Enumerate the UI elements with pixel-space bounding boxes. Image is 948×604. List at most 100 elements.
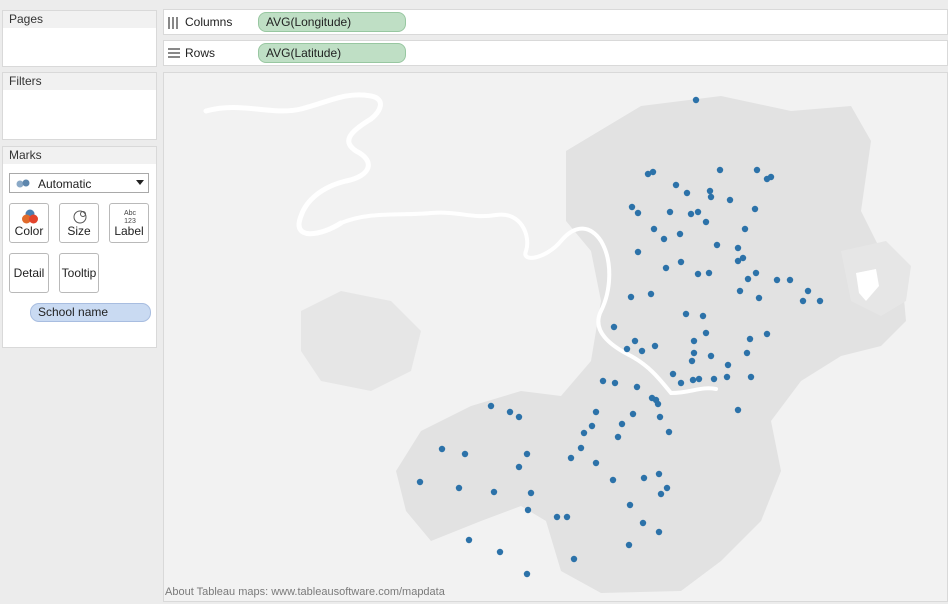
school-mark[interactable] xyxy=(614,433,622,441)
tooltip-button[interactable]: Tooltip xyxy=(59,253,99,293)
longitude-pill[interactable]: AVG(Longitude) xyxy=(258,12,406,32)
school-mark[interactable] xyxy=(694,270,702,278)
school-mark[interactable] xyxy=(690,337,698,345)
school-mark[interactable] xyxy=(707,193,715,201)
map-view[interactable]: About Tableau maps: www.tableausoftware.… xyxy=(163,72,948,602)
school-mark[interactable] xyxy=(743,349,751,357)
school-mark[interactable] xyxy=(638,347,646,355)
school-mark[interactable] xyxy=(689,376,697,384)
school-mark[interactable] xyxy=(688,357,696,365)
map-attribution[interactable]: About Tableau maps: www.tableausoftware.… xyxy=(165,586,445,598)
school-name-detail-pill[interactable]: School name xyxy=(30,303,151,322)
school-mark[interactable] xyxy=(682,310,690,318)
school-mark[interactable] xyxy=(524,506,532,514)
school-mark[interactable] xyxy=(702,329,710,337)
school-mark[interactable] xyxy=(416,478,424,486)
school-mark[interactable] xyxy=(739,254,747,262)
school-mark[interactable] xyxy=(523,450,531,458)
school-mark[interactable] xyxy=(767,173,775,181)
school-mark[interactable] xyxy=(577,444,585,452)
school-mark[interactable] xyxy=(723,373,731,381)
school-mark[interactable] xyxy=(465,536,473,544)
school-mark[interactable] xyxy=(660,235,668,243)
school-mark[interactable] xyxy=(694,208,702,216)
school-mark[interactable] xyxy=(599,377,607,385)
school-mark[interactable] xyxy=(655,528,663,536)
school-mark[interactable] xyxy=(570,555,578,563)
school-mark[interactable] xyxy=(734,244,742,252)
school-mark[interactable] xyxy=(461,450,469,458)
school-mark[interactable] xyxy=(649,168,657,176)
school-mark[interactable] xyxy=(625,541,633,549)
school-mark[interactable] xyxy=(724,361,732,369)
school-mark[interactable] xyxy=(752,269,760,277)
rows-shelf[interactable]: Rows AVG(Latitude) xyxy=(163,40,948,66)
school-mark[interactable] xyxy=(650,225,658,233)
school-mark[interactable] xyxy=(633,383,641,391)
school-mark[interactable] xyxy=(580,429,588,437)
school-mark[interactable] xyxy=(716,166,724,174)
school-mark[interactable] xyxy=(618,420,626,428)
latitude-pill[interactable]: AVG(Latitude) xyxy=(258,43,406,63)
school-mark[interactable] xyxy=(799,297,807,305)
color-button[interactable]: Color xyxy=(9,203,49,243)
school-mark[interactable] xyxy=(705,269,713,277)
school-mark[interactable] xyxy=(655,470,663,478)
mark-type-dropdown[interactable]: Automatic xyxy=(9,173,149,193)
school-mark[interactable] xyxy=(515,463,523,471)
school-mark[interactable] xyxy=(656,413,664,421)
school-mark[interactable] xyxy=(553,513,561,521)
school-mark[interactable] xyxy=(634,209,642,217)
school-mark[interactable] xyxy=(710,375,718,383)
school-mark[interactable] xyxy=(639,519,647,527)
school-mark[interactable] xyxy=(592,459,600,467)
school-mark[interactable] xyxy=(634,248,642,256)
size-button[interactable]: Size xyxy=(59,203,99,243)
label-button[interactable]: Abc 123 Label xyxy=(109,203,149,243)
school-mark[interactable] xyxy=(487,402,495,410)
school-mark[interactable] xyxy=(611,379,619,387)
school-mark[interactable] xyxy=(663,484,671,492)
school-mark[interactable] xyxy=(490,488,498,496)
school-mark[interactable] xyxy=(707,352,715,360)
school-mark[interactable] xyxy=(651,342,659,350)
school-mark[interactable] xyxy=(672,181,680,189)
school-mark[interactable] xyxy=(626,501,634,509)
school-mark[interactable] xyxy=(683,189,691,197)
school-mark[interactable] xyxy=(804,287,812,295)
school-mark[interactable] xyxy=(702,218,710,226)
school-mark[interactable] xyxy=(751,205,759,213)
school-mark[interactable] xyxy=(726,196,734,204)
school-mark[interactable] xyxy=(515,413,523,421)
school-mark[interactable] xyxy=(640,474,648,482)
school-mark[interactable] xyxy=(706,187,714,195)
school-mark[interactable] xyxy=(629,410,637,418)
school-mark[interactable] xyxy=(773,276,781,284)
school-mark[interactable] xyxy=(676,230,684,238)
school-mark[interactable] xyxy=(695,375,703,383)
school-mark[interactable] xyxy=(657,490,665,498)
school-mark[interactable] xyxy=(631,337,639,345)
school-mark[interactable] xyxy=(677,258,685,266)
school-mark[interactable] xyxy=(736,287,744,295)
detail-button[interactable]: Detail xyxy=(9,253,49,293)
school-mark[interactable] xyxy=(455,484,463,492)
school-mark[interactable] xyxy=(741,225,749,233)
school-mark[interactable] xyxy=(647,290,655,298)
school-mark[interactable] xyxy=(609,476,617,484)
school-mark[interactable] xyxy=(763,330,771,338)
pages-card[interactable]: Pages xyxy=(2,10,157,67)
school-mark[interactable] xyxy=(744,275,752,283)
school-mark[interactable] xyxy=(438,445,446,453)
filters-card[interactable]: Filters xyxy=(2,72,157,140)
school-mark[interactable] xyxy=(654,400,662,408)
school-mark[interactable] xyxy=(786,276,794,284)
school-mark[interactable] xyxy=(662,264,670,272)
school-mark[interactable] xyxy=(747,373,755,381)
school-mark[interactable] xyxy=(713,241,721,249)
school-mark[interactable] xyxy=(677,379,685,387)
school-mark[interactable] xyxy=(755,294,763,302)
school-mark[interactable] xyxy=(567,454,575,462)
school-mark[interactable] xyxy=(563,513,571,521)
school-mark[interactable] xyxy=(699,312,707,320)
